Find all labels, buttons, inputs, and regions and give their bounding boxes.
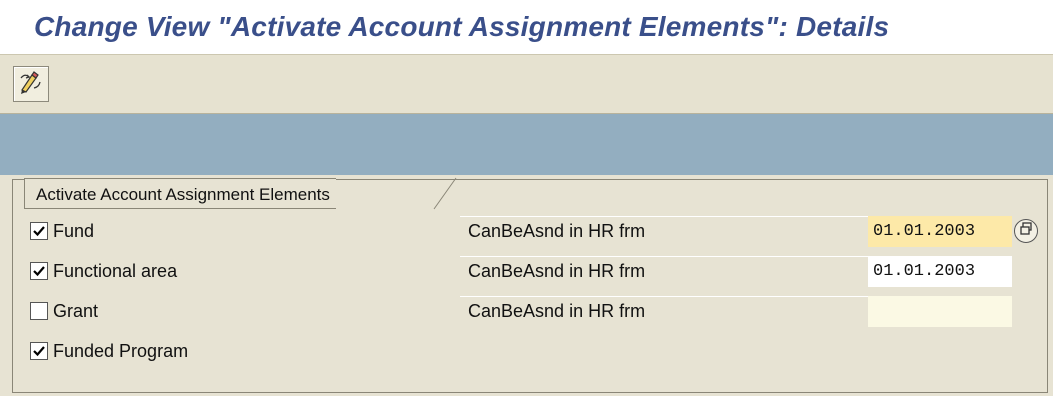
fund-date-label: CanBeAsnd in HR frm bbox=[468, 221, 646, 241]
row-funded-program: Funded Program bbox=[0, 333, 1053, 369]
tab-slant bbox=[433, 177, 457, 210]
row-grant: Grant CanBeAsnd in HR frm bbox=[0, 293, 1053, 329]
grant-date-label: CanBeAsnd in HR frm bbox=[468, 301, 646, 321]
checkmark-icon bbox=[33, 266, 45, 277]
value-help-icon bbox=[1018, 221, 1034, 242]
functional-area-date-label: CanBeAsnd in HR frm bbox=[468, 261, 646, 281]
display-change-button[interactable] bbox=[13, 66, 49, 102]
functional-area-checkbox[interactable] bbox=[30, 262, 48, 280]
grant-checkbox[interactable] bbox=[30, 302, 48, 320]
functional-area-label: Functional area bbox=[53, 261, 178, 281]
fund-label: Fund bbox=[53, 221, 95, 241]
display-change-icon bbox=[18, 69, 44, 100]
detail-area: Activate Account Assignment Elements Fun… bbox=[0, 175, 1053, 396]
title-bar: Change View "Activate Account Assignment… bbox=[0, 0, 1053, 54]
application-toolbar bbox=[0, 54, 1053, 114]
functional-area-date-input[interactable] bbox=[868, 256, 1012, 287]
grant-date-input[interactable] bbox=[868, 296, 1012, 327]
fund-date-input[interactable] bbox=[868, 216, 1012, 247]
row-functional-area: Functional area CanBeAsnd in HR frm bbox=[0, 253, 1053, 289]
checkmark-icon bbox=[33, 346, 45, 357]
funded-program-checkbox[interactable] bbox=[30, 342, 48, 360]
value-help-button[interactable] bbox=[1014, 219, 1038, 243]
row-fund: Fund CanBeAsnd in HR frm bbox=[0, 213, 1053, 249]
fund-checkbox[interactable] bbox=[30, 222, 48, 240]
screen-title: Change View "Activate Account Assignment… bbox=[34, 11, 890, 42]
header-band bbox=[0, 114, 1053, 175]
checkmark-icon bbox=[33, 226, 45, 237]
grant-label: Grant bbox=[53, 301, 99, 321]
funded-program-label: Funded Program bbox=[53, 341, 189, 361]
